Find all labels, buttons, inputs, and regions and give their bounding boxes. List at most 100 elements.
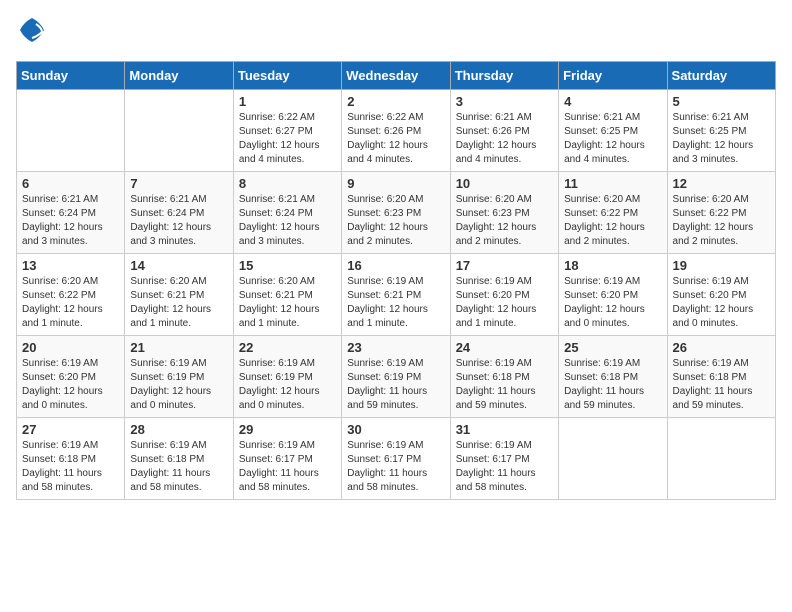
calendar-cell: 24 Sunrise: 6:19 AMSunset: 6:18 PMDayligh… <box>450 336 558 418</box>
calendar-table: SundayMondayTuesdayWednesdayThursdayFrid… <box>16 61 776 500</box>
cell-info: Sunrise: 6:20 AMSunset: 6:22 PMDaylight:… <box>22 275 119 331</box>
calendar-cell: 8 Sunrise: 6:21 AMSunset: 6:24 PMDaylight… <box>233 172 341 254</box>
cell-info: Sunrise: 6:19 AMSunset: 6:20 PMDaylight:… <box>673 275 770 331</box>
calendar-cell: 6 Sunrise: 6:21 AMSunset: 6:24 PMDaylight… <box>17 172 125 254</box>
calendar-week-row: 6 Sunrise: 6:21 AMSunset: 6:24 PMDaylight… <box>17 172 776 254</box>
weekday-header-monday: Monday <box>125 62 233 90</box>
logo-icon <box>18 16 46 44</box>
cell-info: Sunrise: 6:19 AMSunset: 6:18 PMDaylight:… <box>456 357 553 413</box>
calendar-cell: 16 Sunrise: 6:19 AMSunset: 6:21 PMDayligh… <box>342 254 450 336</box>
calendar-cell <box>125 90 233 172</box>
calendar-cell <box>17 90 125 172</box>
day-number: 27 <box>22 422 119 437</box>
calendar-cell: 25Sunrise: 6:19 AMSunset: 6:18 PMDayligh… <box>559 336 667 418</box>
day-number: 30 <box>347 422 444 437</box>
calendar-cell: 30 Sunrise: 6:19 AMSunset: 6:17 PMDayligh… <box>342 418 450 500</box>
cell-info: Sunrise: 6:19 AMSunset: 6:19 PMDaylight:… <box>347 357 444 413</box>
day-number: 17 <box>456 258 553 273</box>
calendar-cell: 4Sunrise: 6:21 AMSunset: 6:25 PMDaylight… <box>559 90 667 172</box>
day-number: 15 <box>239 258 336 273</box>
day-number: 13 <box>22 258 119 273</box>
weekday-header-wednesday: Wednesday <box>342 62 450 90</box>
day-number: 24 <box>456 340 553 355</box>
weekday-header-sunday: Sunday <box>17 62 125 90</box>
day-number: 26 <box>673 340 770 355</box>
weekday-header-friday: Friday <box>559 62 667 90</box>
calendar-cell: 29 Sunrise: 6:19 AMSunset: 6:17 PMDayligh… <box>233 418 341 500</box>
cell-info: Sunrise: 6:19 AMSunset: 6:18 PMDaylight:… <box>130 439 227 495</box>
day-number: 29 <box>239 422 336 437</box>
calendar-cell: 14 Sunrise: 6:20 AMSunset: 6:21 PMDayligh… <box>125 254 233 336</box>
calendar-cell <box>667 418 775 500</box>
day-number: 8 <box>239 176 336 191</box>
cell-info: Sunrise: 6:20 AMSunset: 6:22 PMDaylight:… <box>564 193 661 249</box>
day-number: 22 <box>239 340 336 355</box>
calendar-cell: 27 Sunrise: 6:19 AMSunset: 6:18 PMDayligh… <box>17 418 125 500</box>
cell-info: Sunrise: 6:19 AMSunset: 6:20 PMDaylight:… <box>564 275 661 331</box>
cell-info: Sunrise: 6:19 AMSunset: 6:19 PMDaylight:… <box>239 357 336 413</box>
day-number: 3 <box>456 94 553 109</box>
calendar-cell: 18 Sunrise: 6:19 AMSunset: 6:20 PMDayligh… <box>559 254 667 336</box>
calendar-week-row: 1 Sunrise: 6:22 AMSunset: 6:27 PMDaylight… <box>17 90 776 172</box>
day-number: 25 <box>564 340 661 355</box>
calendar-cell: 21 Sunrise: 6:19 AMSunset: 6:19 PMDayligh… <box>125 336 233 418</box>
day-number: 7 <box>130 176 227 191</box>
cell-info: Sunrise: 6:19 AMSunset: 6:18 PMDaylight:… <box>673 357 770 413</box>
day-number: 18 <box>564 258 661 273</box>
weekday-header-saturday: Saturday <box>667 62 775 90</box>
day-number: 16 <box>347 258 444 273</box>
calendar-cell: 26 Sunrise: 6:19 AMSunset: 6:18 PMDayligh… <box>667 336 775 418</box>
calendar-cell: 15 Sunrise: 6:20 AMSunset: 6:21 PMDayligh… <box>233 254 341 336</box>
day-number: 11 <box>564 176 661 191</box>
day-number: 10 <box>456 176 553 191</box>
cell-info: Sunrise: 6:19 AMSunset: 6:18 PMDaylight:… <box>22 439 119 495</box>
day-number: 2 <box>347 94 444 109</box>
cell-info: Sunrise: 6:19 AMSunset: 6:17 PMDaylight:… <box>456 439 553 495</box>
cell-info: Sunrise: 6:20 AMSunset: 6:21 PMDaylight:… <box>239 275 336 331</box>
cell-info: Sunrise: 6:19 AMSunset: 6:21 PMDaylight:… <box>347 275 444 331</box>
calendar-week-row: 20 Sunrise: 6:19 AMSunset: 6:20 PMDayligh… <box>17 336 776 418</box>
cell-info: Sunrise: 6:19 AMSunset: 6:20 PMDaylight:… <box>22 357 119 413</box>
calendar-cell: 9Sunrise: 6:20 AMSunset: 6:23 PMDaylight… <box>342 172 450 254</box>
day-number: 12 <box>673 176 770 191</box>
cell-info: Sunrise: 6:19 AMSunset: 6:20 PMDaylight:… <box>456 275 553 331</box>
day-number: 31 <box>456 422 553 437</box>
day-number: 21 <box>130 340 227 355</box>
cell-info: Sunrise: 6:21 AMSunset: 6:24 PMDaylight:… <box>130 193 227 249</box>
calendar-cell: 28 Sunrise: 6:19 AMSunset: 6:18 PMDayligh… <box>125 418 233 500</box>
calendar-cell: 22 Sunrise: 6:19 AMSunset: 6:19 PMDayligh… <box>233 336 341 418</box>
calendar-cell: 31 Sunrise: 6:19 AMSunset: 6:17 PMDayligh… <box>450 418 558 500</box>
cell-info: Sunrise: 6:21 AMSunset: 6:24 PMDaylight:… <box>239 193 336 249</box>
day-number: 14 <box>130 258 227 273</box>
calendar-cell: 13 Sunrise: 6:20 AMSunset: 6:22 PMDayligh… <box>17 254 125 336</box>
day-number: 4 <box>564 94 661 109</box>
day-number: 28 <box>130 422 227 437</box>
day-number: 1 <box>239 94 336 109</box>
calendar-cell: 2 Sunrise: 6:22 AMSunset: 6:26 PMDaylight… <box>342 90 450 172</box>
cell-info: Sunrise: 6:21 AMSunset: 6:25 PMDaylight:… <box>673 111 770 167</box>
calendar-cell: 20 Sunrise: 6:19 AMSunset: 6:20 PMDayligh… <box>17 336 125 418</box>
cell-info: Sunrise: 6:22 AMSunset: 6:26 PMDaylight:… <box>347 111 444 167</box>
calendar-cell: 17 Sunrise: 6:19 AMSunset: 6:20 PMDayligh… <box>450 254 558 336</box>
day-number: 5 <box>673 94 770 109</box>
day-number: 9 <box>347 176 444 191</box>
cell-info: Sunrise: 6:19 AMSunset: 6:19 PMDaylight:… <box>130 357 227 413</box>
calendar-cell: 19 Sunrise: 6:19 AMSunset: 6:20 PMDayligh… <box>667 254 775 336</box>
cell-info: Sunrise: 6:20 AMSunset: 6:21 PMDaylight:… <box>130 275 227 331</box>
cell-info: Sunrise: 6:21 AMSunset: 6:26 PMDaylight:… <box>456 111 553 167</box>
cell-info: Sunrise: 6:19 AMSunset: 6:17 PMDaylight:… <box>239 439 336 495</box>
day-number: 6 <box>22 176 119 191</box>
cell-info: Sunrise: 6:20 AMSunset: 6:23 PMDaylight:… <box>456 193 553 249</box>
calendar-cell <box>559 418 667 500</box>
cell-info: Sunrise: 6:21 AMSunset: 6:24 PMDaylight:… <box>22 193 119 249</box>
calendar-header-row: SundayMondayTuesdayWednesdayThursdayFrid… <box>17 62 776 90</box>
cell-info: Sunrise: 6:19 AMSunset: 6:17 PMDaylight:… <box>347 439 444 495</box>
day-number: 20 <box>22 340 119 355</box>
calendar-cell: 12Sunrise: 6:20 AMSunset: 6:22 PMDayligh… <box>667 172 775 254</box>
cell-info: Sunrise: 6:22 AMSunset: 6:27 PMDaylight:… <box>239 111 336 167</box>
logo <box>16 16 46 49</box>
weekday-header-thursday: Thursday <box>450 62 558 90</box>
day-number: 19 <box>673 258 770 273</box>
weekday-header-tuesday: Tuesday <box>233 62 341 90</box>
calendar-cell: 3 Sunrise: 6:21 AMSunset: 6:26 PMDaylight… <box>450 90 558 172</box>
